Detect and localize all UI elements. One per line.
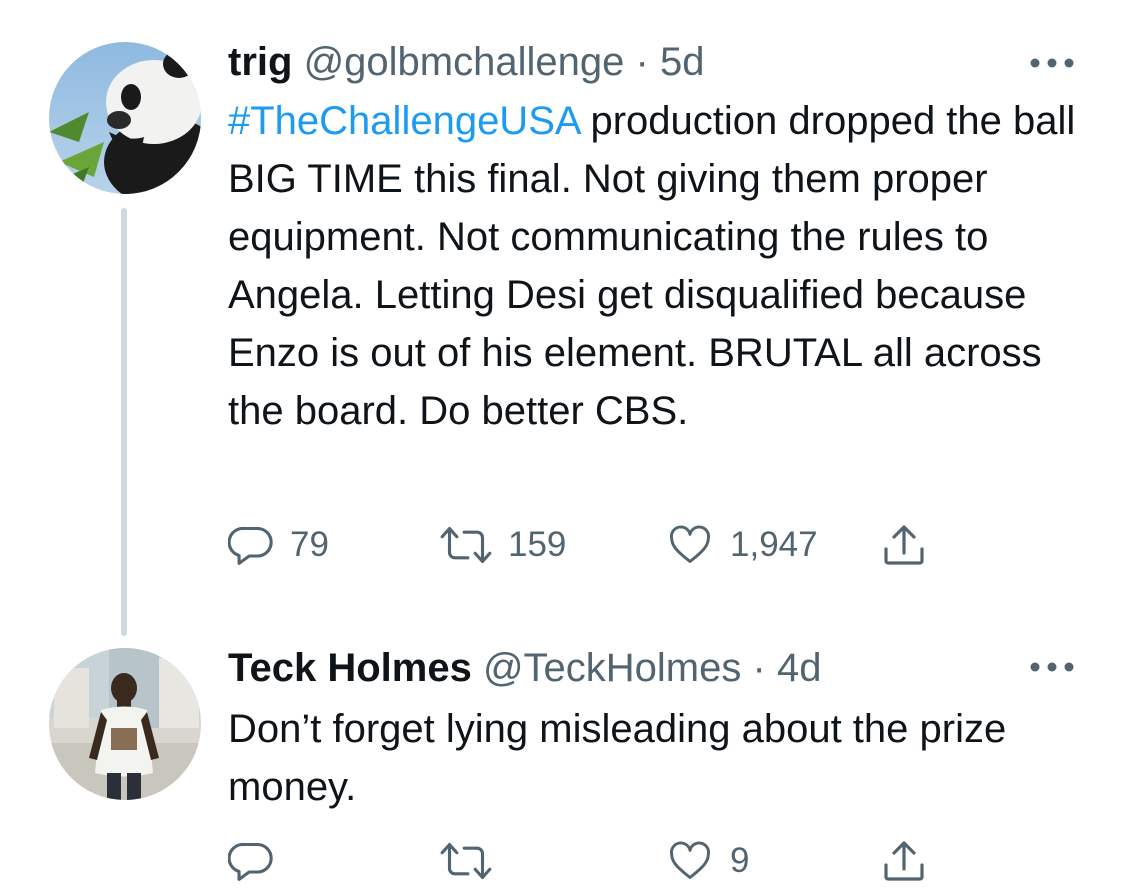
tweet-header: Teck Holmes @TeckHolmes · 4d <box>228 644 821 692</box>
avatar-trig[interactable] <box>49 42 201 194</box>
retweet-icon <box>440 526 492 564</box>
share-button[interactable] <box>880 520 928 570</box>
retweet-button[interactable] <box>440 836 492 886</box>
more-options-button[interactable] <box>1029 660 1075 672</box>
separator: · <box>635 40 649 84</box>
tweet-actions: 9 <box>228 836 1028 886</box>
share-icon <box>884 841 924 881</box>
like-icon <box>670 525 710 563</box>
reply-button[interactable] <box>228 836 274 886</box>
like-count: 1,947 <box>730 525 818 564</box>
more-icon <box>1030 58 1074 68</box>
share-button[interactable] <box>880 836 928 886</box>
retweet-button[interactable]: 159 <box>440 520 566 570</box>
person-photo-avatar <box>49 648 201 800</box>
retweet-icon <box>440 842 492 880</box>
author-name[interactable]: Teck Holmes <box>228 646 472 690</box>
panda-avatar <box>49 42 201 194</box>
tweet-body: Don’t forget lying misleading about the … <box>228 707 1007 809</box>
share-icon <box>884 525 924 565</box>
tweet-header: trig @golbmchallenge · 5d <box>228 38 704 86</box>
reply-icon <box>228 842 273 881</box>
like-button[interactable]: 9 <box>666 836 749 886</box>
reply-count: 79 <box>290 525 329 564</box>
tweet-2[interactable]: Teck Holmes @TeckHolmes · 4d Don’t forge… <box>0 640 1125 892</box>
timestamp[interactable]: 4d <box>777 646 822 690</box>
hashtag-link[interactable]: #TheChallengeUSA <box>228 99 579 143</box>
like-icon <box>670 841 710 879</box>
avatar-teck-holmes[interactable] <box>49 648 201 800</box>
thread-line <box>121 208 127 636</box>
separator: · <box>752 646 766 690</box>
like-button[interactable]: 1,947 <box>666 520 818 570</box>
timestamp[interactable]: 5d <box>660 40 705 84</box>
tweet-text: Don’t forget lying misleading about the … <box>228 700 1088 816</box>
author-name[interactable]: trig <box>228 40 292 84</box>
more-icon <box>1030 662 1074 672</box>
retweet-count: 159 <box>508 525 567 564</box>
reply-button[interactable]: 79 <box>228 520 329 570</box>
tweet-body: production dropped the ball BIG TIME thi… <box>228 99 1076 433</box>
tweet-text: #TheChallengeUSA production dropped the … <box>228 92 1088 440</box>
like-count: 9 <box>730 841 750 880</box>
tweet-1[interactable]: trig @golbmchallenge · 5d #TheChallengeU… <box>0 0 1125 640</box>
reply-icon <box>228 526 273 565</box>
author-handle[interactable]: @golbmchallenge <box>304 40 625 84</box>
more-options-button[interactable] <box>1029 56 1075 68</box>
tweet-actions: 79 159 1,947 <box>228 520 1028 570</box>
author-handle[interactable]: @TeckHolmes <box>483 646 741 690</box>
